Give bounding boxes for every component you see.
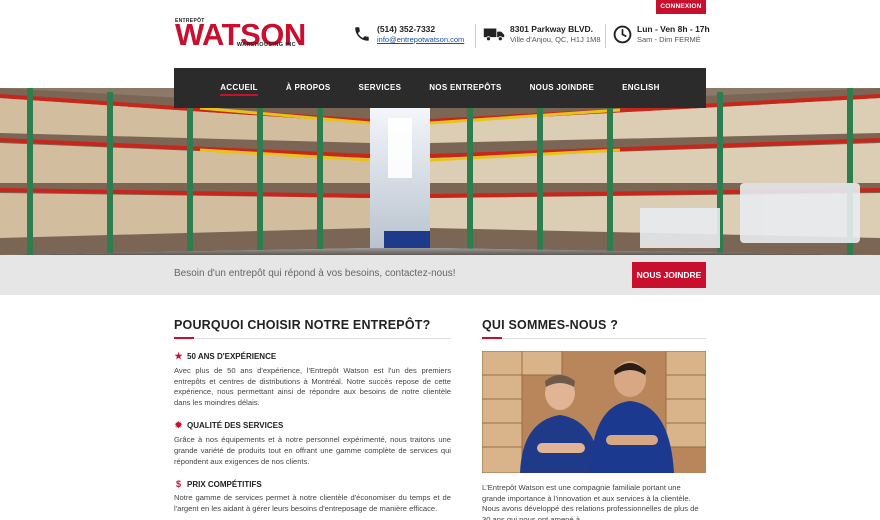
- divider: [475, 24, 476, 48]
- nav-item-a-propos[interactable]: À PROPOS: [272, 68, 345, 108]
- feature-title: PRIX COMPÉTITIFS: [187, 479, 262, 489]
- gear-icon: ✹: [174, 420, 183, 431]
- hours-weekdays: Lun - Ven 8h - 17h: [637, 24, 710, 34]
- address-line1: 8301 Parkway BLVD.: [510, 24, 593, 34]
- contact-phone: (514) 352-7332 info@entrepotwatson.com: [352, 24, 464, 45]
- team-photo: [482, 351, 706, 473]
- cta-band: Besoin d'un entrepôt qui répond à vos be…: [0, 255, 880, 295]
- why-section: POURQUOI CHOISIR NOTRE ENTREPÔT? ★ 50 AN…: [174, 318, 451, 514]
- feature-text: Avec plus de 50 ans d'expérience, l'Entr…: [174, 366, 451, 407]
- contact-address: 8301 Parkway BLVD. Ville d'Anjou, QC, H1…: [483, 24, 601, 45]
- star-icon: ★: [174, 351, 183, 361]
- address-line2: Ville d'Anjou, QC, H1J 1M8: [510, 35, 601, 44]
- clock-icon: [612, 24, 632, 44]
- nav-item-accueil[interactable]: ACCUEIL: [206, 68, 272, 108]
- about-title: QUI SOMMES-NOUS ?: [482, 318, 706, 339]
- feature-text: Grâce à nos équipements et à notre perso…: [174, 435, 451, 466]
- phone-icon: [352, 24, 372, 44]
- logo[interactable]: ENTREPÔT WATSON WAREHOUSING INC: [175, 18, 306, 50]
- divider: [605, 24, 606, 48]
- feature-text: Notre gamme de services permet à notre c…: [174, 493, 451, 513]
- feature-title: QUALITÉ DES SERVICES: [187, 421, 284, 431]
- nav-item-services[interactable]: SERVICES: [345, 68, 416, 108]
- logo-sub-text: WAREHOUSING INC: [236, 42, 296, 48]
- nav-item-nos-entrepots[interactable]: NOS ENTREPÔTS: [415, 68, 515, 108]
- phone-number: (514) 352-7332: [377, 24, 436, 34]
- hero-warehouse-image: [0, 88, 880, 255]
- truck-icon: [483, 24, 505, 44]
- email-link[interactable]: info@entrepotwatson.com: [377, 35, 464, 45]
- contact-us-button[interactable]: NOUS JOINDRE: [632, 262, 706, 288]
- main-nav: ACCUEIL À PROPOS SERVICES NOS ENTREPÔTS …: [174, 68, 706, 108]
- feature-price: $ PRIX COMPÉTITIFS Notre gamme de servic…: [174, 479, 451, 514]
- login-button[interactable]: CONNEXION: [656, 0, 706, 14]
- feature-quality: ✹ QUALITÉ DES SERVICES Grâce à nos équip…: [174, 420, 451, 467]
- feature-experience: ★ 50 ANS D'EXPÉRIENCE Avec plus de 50 an…: [174, 351, 451, 408]
- about-section: QUI SOMMES-NOUS ? L'Entrepôt Watson est …: [482, 318, 706, 520]
- hours-weekend: Sam - Dim FERMÉ: [637, 35, 701, 44]
- feature-title: 50 ANS D'EXPÉRIENCE: [187, 352, 277, 361]
- dollar-icon: $: [175, 479, 181, 490]
- nav-item-nous-joindre[interactable]: NOUS JOINDRE: [516, 68, 609, 108]
- cta-message: Besoin d'un entrepôt qui répond à vos be…: [174, 268, 456, 279]
- about-text: L'Entrepôt Watson est une compagnie fami…: [482, 483, 699, 520]
- nav-item-english[interactable]: ENGLISH: [608, 68, 674, 108]
- why-title: POURQUOI CHOISIR NOTRE ENTREPÔT?: [174, 318, 451, 339]
- contact-hours: Lun - Ven 8h - 17h Sam - Dim FERMÉ: [612, 24, 710, 45]
